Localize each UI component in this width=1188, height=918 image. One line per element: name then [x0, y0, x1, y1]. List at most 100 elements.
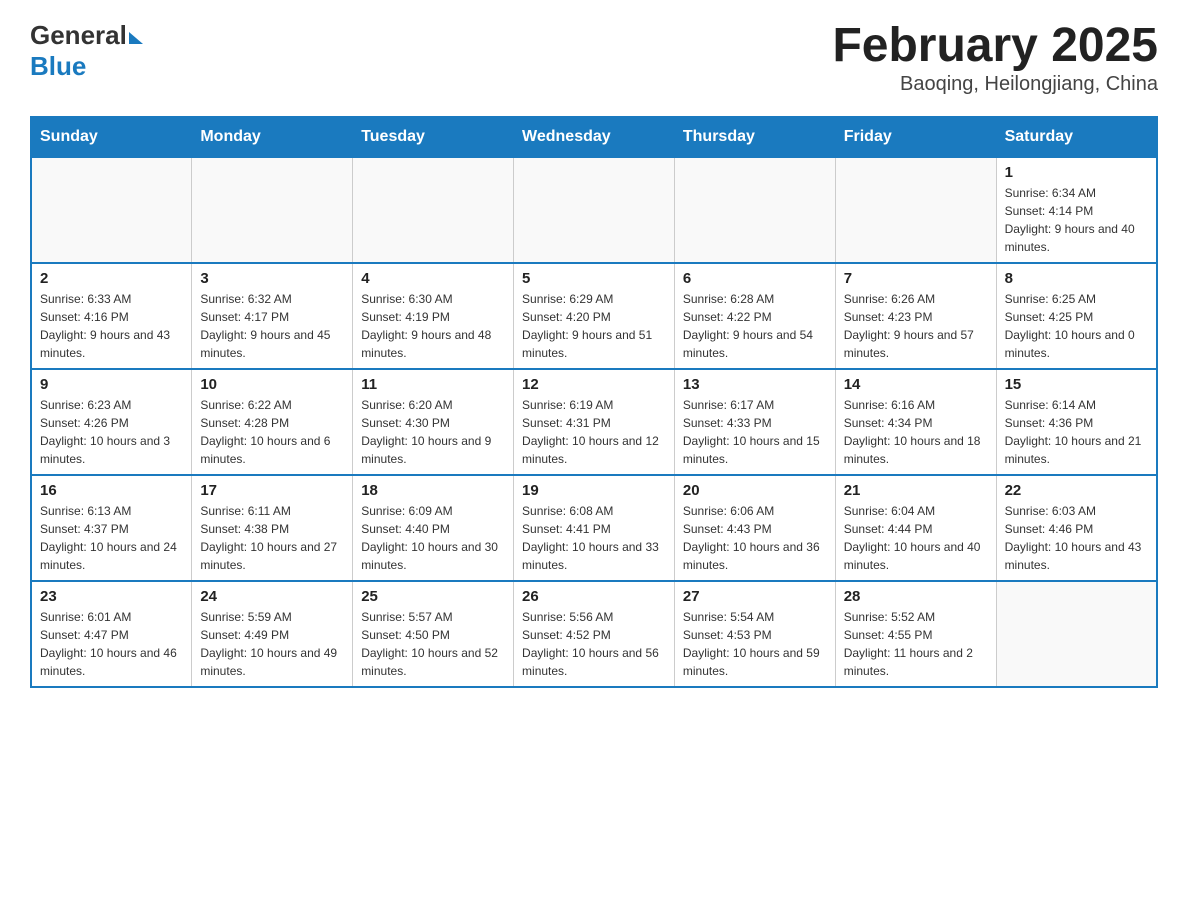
day-number: 22: [1005, 482, 1148, 499]
calendar-cell: 17 Sunrise: 6:11 AM Sunset: 4:38 PM Dayli…: [192, 475, 353, 581]
day-info: Sunrise: 6:34 AM Sunset: 4:14 PM Dayligh…: [1005, 184, 1148, 256]
day-number: 9: [40, 376, 183, 393]
day-number: 1: [1005, 164, 1148, 181]
calendar-cell: 13Sunrise: 6:17 AM Sunset: 4:33 PM Dayli…: [674, 369, 835, 475]
day-info: Sunrise: 5:56 AM Sunset: 4:52 PM Dayligh…: [522, 608, 666, 680]
calendar-cell: 26 Sunrise: 5:56 AM Sunset: 4:52 PM Dayli…: [514, 581, 675, 687]
logo-blue-text: Blue: [30, 51, 86, 81]
day-number: 24: [200, 588, 344, 605]
day-info: Sunrise: 5:54 AM Sunset: 4:53 PM Dayligh…: [683, 608, 827, 680]
calendar-header-thursday: Thursday: [674, 117, 835, 157]
day-number: 12: [522, 376, 666, 393]
calendar-cell: 7 Sunrise: 6:26 AM Sunset: 4:23 PM Daylig…: [835, 263, 996, 369]
day-number: 17: [200, 482, 344, 499]
calendar-cell: 5 Sunrise: 6:29 AM Sunset: 4:20 PM Daylig…: [514, 263, 675, 369]
day-number: 4: [361, 270, 505, 287]
day-number: 15: [1005, 376, 1148, 393]
calendar-header-monday: Monday: [192, 117, 353, 157]
day-number: 16: [40, 482, 183, 499]
calendar-cell: 12 Sunrise: 6:19 AM Sunset: 4:31 PM Dayli…: [514, 369, 675, 475]
logo-arrow-icon: [129, 32, 143, 44]
day-info: Sunrise: 6:25 AM Sunset: 4:25 PM Dayligh…: [1005, 290, 1148, 362]
day-info: Sunrise: 5:59 AM Sunset: 4:49 PM Dayligh…: [200, 608, 344, 680]
day-info: Sunrise: 6:26 AM Sunset: 4:23 PM Dayligh…: [844, 290, 988, 362]
calendar-cell: 10Sunrise: 6:22 AM Sunset: 4:28 PM Dayli…: [192, 369, 353, 475]
logo-general-text: General: [30, 20, 127, 51]
page-header: General Blue February 2025 Baoqing, Heil…: [30, 20, 1158, 96]
calendar-header-sunday: Sunday: [31, 117, 192, 157]
day-info: Sunrise: 6:01 AM Sunset: 4:47 PM Dayligh…: [40, 608, 183, 680]
calendar-week-row: 16 Sunrise: 6:13 AM Sunset: 4:37 PM Dayli…: [31, 475, 1157, 581]
day-info: Sunrise: 6:28 AM Sunset: 4:22 PM Dayligh…: [683, 290, 827, 362]
calendar-header-saturday: Saturday: [996, 117, 1157, 157]
day-number: 10: [200, 376, 344, 393]
calendar-cell: [835, 157, 996, 263]
calendar-cell: 21 Sunrise: 6:04 AM Sunset: 4:44 PM Dayli…: [835, 475, 996, 581]
day-info: Sunrise: 6:16 AM Sunset: 4:34 PM Dayligh…: [844, 396, 988, 468]
calendar-cell: 28Sunrise: 5:52 AM Sunset: 4:55 PM Dayli…: [835, 581, 996, 687]
day-info: Sunrise: 6:11 AM Sunset: 4:38 PM Dayligh…: [200, 502, 344, 574]
day-number: 8: [1005, 270, 1148, 287]
day-number: 27: [683, 588, 827, 605]
calendar-cell: 6 Sunrise: 6:28 AM Sunset: 4:22 PM Daylig…: [674, 263, 835, 369]
day-number: 5: [522, 270, 666, 287]
day-info: Sunrise: 6:14 AM Sunset: 4:36 PM Dayligh…: [1005, 396, 1148, 468]
day-info: Sunrise: 6:33 AM Sunset: 4:16 PM Dayligh…: [40, 290, 183, 362]
calendar-week-row: 23 Sunrise: 6:01 AM Sunset: 4:47 PM Dayli…: [31, 581, 1157, 687]
day-number: 23: [40, 588, 183, 605]
calendar-cell: 16 Sunrise: 6:13 AM Sunset: 4:37 PM Dayli…: [31, 475, 192, 581]
month-title: February 2025: [832, 20, 1158, 73]
calendar-cell: 27 Sunrise: 5:54 AM Sunset: 4:53 PM Dayli…: [674, 581, 835, 687]
calendar-cell: 9 Sunrise: 6:23 AM Sunset: 4:26 PM Daylig…: [31, 369, 192, 475]
calendar-cell: 14 Sunrise: 6:16 AM Sunset: 4:34 PM Dayli…: [835, 369, 996, 475]
day-number: 2: [40, 270, 183, 287]
calendar-cell: 1 Sunrise: 6:34 AM Sunset: 4:14 PM Daylig…: [996, 157, 1157, 263]
calendar-cell: 4 Sunrise: 6:30 AM Sunset: 4:19 PM Daylig…: [353, 263, 514, 369]
day-info: Sunrise: 6:20 AM Sunset: 4:30 PM Dayligh…: [361, 396, 505, 468]
day-info: Sunrise: 6:06 AM Sunset: 4:43 PM Dayligh…: [683, 502, 827, 574]
calendar-cell: 23 Sunrise: 6:01 AM Sunset: 4:47 PM Dayli…: [31, 581, 192, 687]
day-info: Sunrise: 6:19 AM Sunset: 4:31 PM Dayligh…: [522, 396, 666, 468]
day-number: 26: [522, 588, 666, 605]
calendar-cell: [996, 581, 1157, 687]
day-number: 25: [361, 588, 505, 605]
day-info: Sunrise: 6:30 AM Sunset: 4:19 PM Dayligh…: [361, 290, 505, 362]
calendar-header-wednesday: Wednesday: [514, 117, 675, 157]
day-number: 7: [844, 270, 988, 287]
calendar-cell: 19 Sunrise: 6:08 AM Sunset: 4:41 PM Dayli…: [514, 475, 675, 581]
calendar-cell: [31, 157, 192, 263]
day-number: 3: [200, 270, 344, 287]
calendar-cell: [353, 157, 514, 263]
calendar-header-row: SundayMondayTuesdayWednesdayThursdayFrid…: [31, 117, 1157, 157]
day-info: Sunrise: 6:09 AM Sunset: 4:40 PM Dayligh…: [361, 502, 505, 574]
day-number: 18: [361, 482, 505, 499]
day-info: Sunrise: 6:04 AM Sunset: 4:44 PM Dayligh…: [844, 502, 988, 574]
calendar-cell: 2 Sunrise: 6:33 AM Sunset: 4:16 PM Daylig…: [31, 263, 192, 369]
calendar-cell: 18 Sunrise: 6:09 AM Sunset: 4:40 PM Dayli…: [353, 475, 514, 581]
day-info: Sunrise: 6:03 AM Sunset: 4:46 PM Dayligh…: [1005, 502, 1148, 574]
day-number: 20: [683, 482, 827, 499]
day-info: Sunrise: 5:57 AM Sunset: 4:50 PM Dayligh…: [361, 608, 505, 680]
day-info: Sunrise: 6:13 AM Sunset: 4:37 PM Dayligh…: [40, 502, 183, 574]
calendar-cell: 25 Sunrise: 5:57 AM Sunset: 4:50 PM Dayli…: [353, 581, 514, 687]
calendar-cell: 11Sunrise: 6:20 AM Sunset: 4:30 PM Dayli…: [353, 369, 514, 475]
calendar-table: SundayMondayTuesdayWednesdayThursdayFrid…: [30, 116, 1158, 688]
calendar-week-row: 9 Sunrise: 6:23 AM Sunset: 4:26 PM Daylig…: [31, 369, 1157, 475]
calendar-cell: 8 Sunrise: 6:25 AM Sunset: 4:25 PM Daylig…: [996, 263, 1157, 369]
day-number: 28: [844, 588, 988, 605]
day-number: 21: [844, 482, 988, 499]
calendar-cell: 20 Sunrise: 6:06 AM Sunset: 4:43 PM Dayli…: [674, 475, 835, 581]
calendar-week-row: 1 Sunrise: 6:34 AM Sunset: 4:14 PM Daylig…: [31, 157, 1157, 263]
day-info: Sunrise: 6:29 AM Sunset: 4:20 PM Dayligh…: [522, 290, 666, 362]
day-number: 6: [683, 270, 827, 287]
day-info: Sunrise: 6:32 AM Sunset: 4:17 PM Dayligh…: [200, 290, 344, 362]
day-number: 19: [522, 482, 666, 499]
day-info: Sunrise: 6:23 AM Sunset: 4:26 PM Dayligh…: [40, 396, 183, 468]
calendar-cell: 15 Sunrise: 6:14 AM Sunset: 4:36 PM Dayli…: [996, 369, 1157, 475]
day-info: Sunrise: 6:17 AM Sunset: 4:33 PM Dayligh…: [683, 396, 827, 468]
calendar-cell: 22 Sunrise: 6:03 AM Sunset: 4:46 PM Dayli…: [996, 475, 1157, 581]
calendar-header-tuesday: Tuesday: [353, 117, 514, 157]
day-info: Sunrise: 6:08 AM Sunset: 4:41 PM Dayligh…: [522, 502, 666, 574]
day-number: 14: [844, 376, 988, 393]
calendar-header-friday: Friday: [835, 117, 996, 157]
